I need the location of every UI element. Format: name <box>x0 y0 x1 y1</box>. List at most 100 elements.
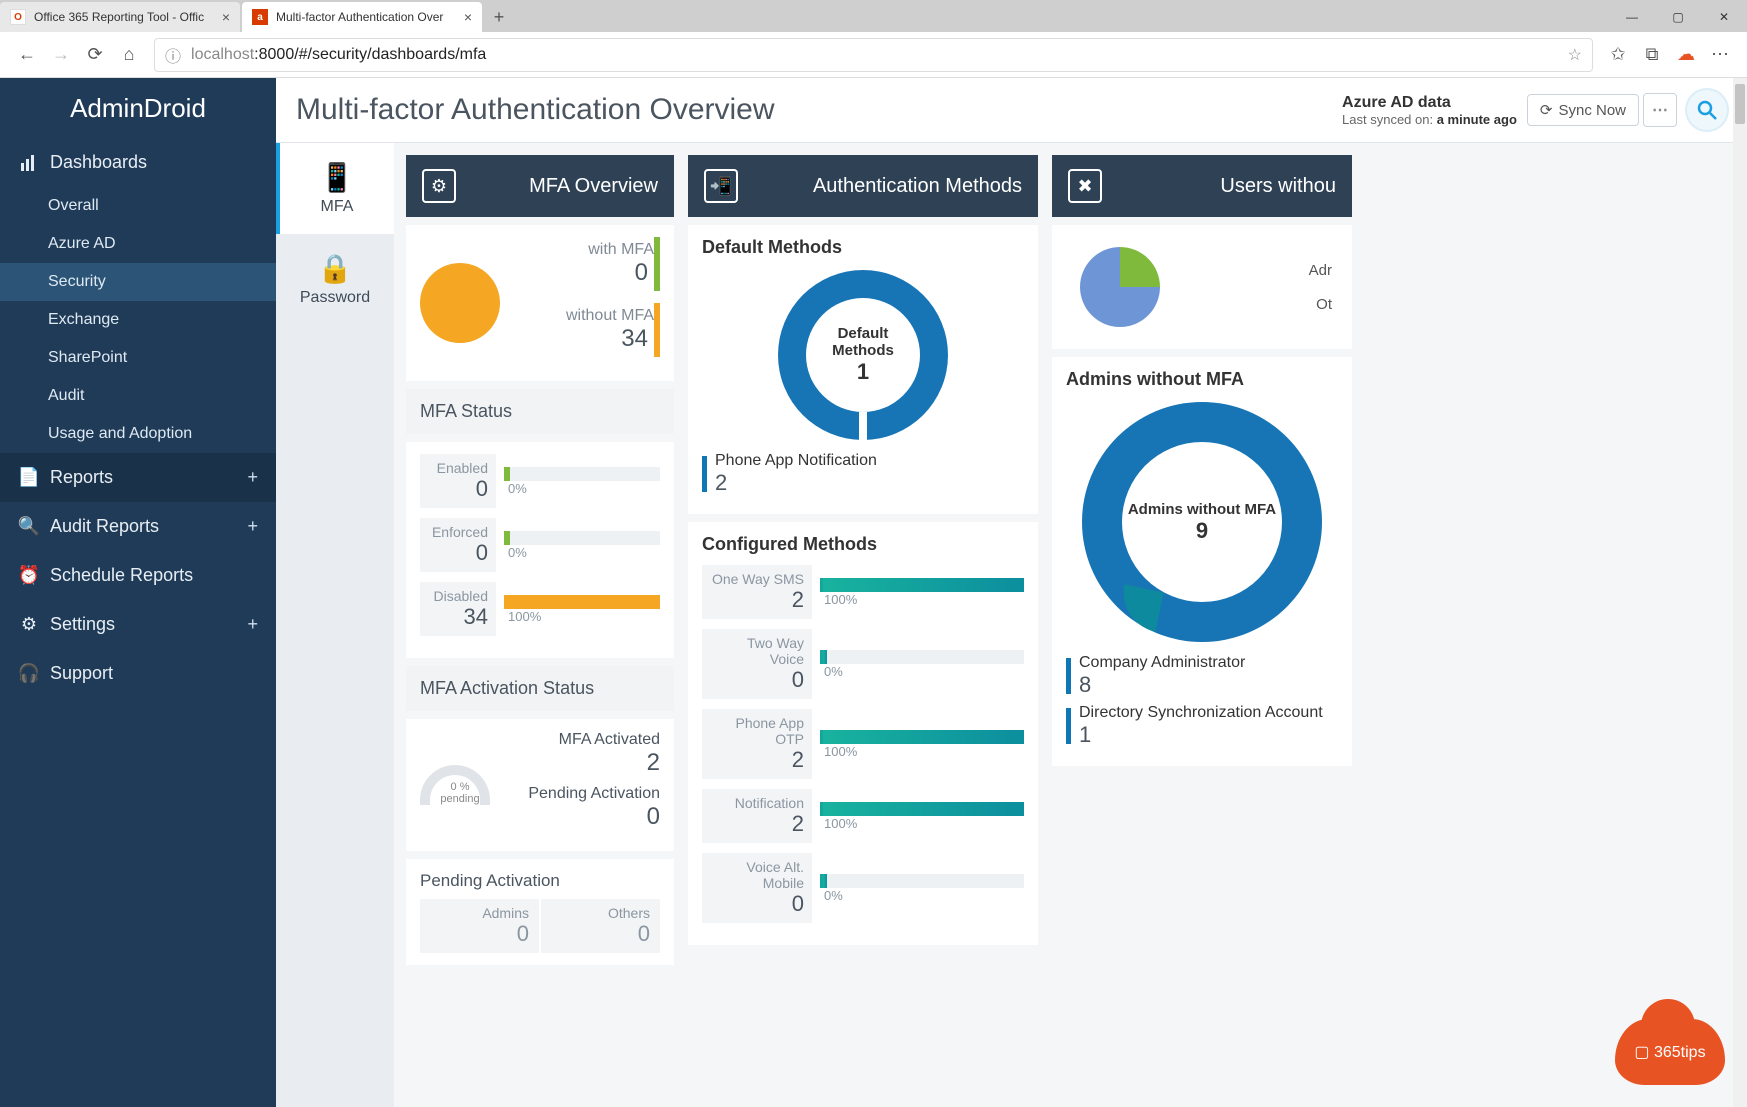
support-icon: 🎧 <box>18 663 40 684</box>
refresh-button[interactable]: ⟳ <box>78 38 112 72</box>
sidebar-item-overall[interactable]: Overall <box>0 187 276 225</box>
minimize-button[interactable]: — <box>1609 2 1655 32</box>
url-bar[interactable]: ⓘ localhost:8000/#/security/dashboards/m… <box>154 38 1593 72</box>
stat-with-mfa: with MFA0 <box>510 237 660 291</box>
favorites-icon[interactable]: ✩ <box>1601 38 1635 72</box>
activation-title: MFA Activation Status <box>406 666 674 711</box>
header-search-button[interactable] <box>1687 90 1727 130</box>
browser-tab[interactable]: O Office 365 Reporting Tool - Offic × <box>0 2 240 32</box>
app-root: AdminDroid Dashboards Overall Azure AD S… <box>0 78 1747 1107</box>
more-icon[interactable]: ⋯ <box>1703 38 1737 72</box>
nav-reports[interactable]: 📄 Reports + <box>0 453 276 502</box>
close-window-button[interactable]: ✕ <box>1701 2 1747 32</box>
sync-info: Azure AD data Last synced on: a minute a… <box>1342 94 1517 127</box>
header-more-button[interactable]: ⋯ <box>1643 93 1677 127</box>
new-tab-button[interactable]: + <box>484 2 514 32</box>
subnav-password[interactable]: 🔒 Password <box>276 234 394 325</box>
user-x-icon: ✖ <box>1068 169 1102 203</box>
nav-label: Reports <box>50 467 113 488</box>
content: Multi-factor Authentication Overview Azu… <box>276 78 1747 1107</box>
window-scrollbar[interactable] <box>1733 78 1747 1107</box>
card-header: 📲 Authentication Methods <box>688 155 1038 217</box>
sidebar-item-sharepoint[interactable]: SharePoint <box>0 339 276 377</box>
cards-row[interactable]: ⚙ MFA Overview with MFA0 without MFA <box>394 143 1747 1107</box>
sync-icon: ⟳ <box>1540 101 1553 119</box>
maximize-button[interactable]: ▢ <box>1655 2 1701 32</box>
card-header: ✖ Users withou <box>1052 155 1352 217</box>
sidebar-item-usage[interactable]: Usage and Adoption <box>0 415 276 453</box>
last-sync-label: Last synced on: a minute ago <box>1342 112 1517 127</box>
donut-admins-without: Admins without MFA9 <box>1082 402 1322 642</box>
chart-icon <box>18 154 40 172</box>
brand-logo[interactable]: AdminDroid <box>0 78 276 138</box>
pie-chart <box>420 263 500 343</box>
sidebar-item-security[interactable]: Security <box>0 263 276 301</box>
close-icon[interactable]: × <box>222 9 230 25</box>
browser-tab-strip: O Office 365 Reporting Tool - Offic × a … <box>0 0 1747 32</box>
expand-icon[interactable]: + <box>247 614 258 635</box>
collections-icon[interactable]: ⧉ <box>1635 38 1669 72</box>
pending-table: Pending Activation Admins0 Others0 <box>406 859 674 965</box>
extension-icon[interactable]: ☁ <box>1669 38 1703 72</box>
nav-support[interactable]: 🎧 Support <box>0 649 276 698</box>
users-without-top: AdrOt <box>1052 225 1352 349</box>
lock-icon: 🔒 <box>276 252 394 285</box>
nav-label: Settings <box>50 614 115 635</box>
configured-row: One Way SMS2 100% <box>702 565 1024 619</box>
expand-icon[interactable]: + <box>247 516 258 537</box>
browser-tab-active[interactable]: a Multi-factor Authentication Over × <box>242 2 482 32</box>
nav-dashboards[interactable]: Dashboards <box>0 138 276 187</box>
nav-settings[interactable]: ⚙ Settings + <box>0 600 276 649</box>
sidebar-item-exchange[interactable]: Exchange <box>0 301 276 339</box>
sync-now-button[interactable]: ⟳ Sync Now <box>1527 94 1639 126</box>
legend-item: Directory Synchronization Account1 <box>1066 704 1338 748</box>
subnav-mfa[interactable]: 📱 MFA <box>276 143 394 234</box>
status-row: Disabled34 100% <box>420 582 660 636</box>
page-title: Multi-factor Authentication Overview <box>296 93 1342 127</box>
tab-title: Office 365 Reporting Tool - Offic <box>34 10 216 24</box>
phone-icon: 📱 <box>280 161 394 194</box>
status-row: Enabled0 0% <box>420 454 660 508</box>
clock-icon: ⏰ <box>18 565 40 586</box>
expand-icon[interactable]: + <box>247 467 258 488</box>
card-auth-methods: 📲 Authentication Methods Default Methods… <box>688 155 1038 1095</box>
scrollbar-thumb[interactable] <box>1735 84 1745 124</box>
window-controls: — ▢ ✕ <box>1609 2 1747 32</box>
forward-button[interactable]: → <box>44 38 78 72</box>
sidebar: AdminDroid Dashboards Overall Azure AD S… <box>0 78 276 1107</box>
favorite-icon[interactable]: ☆ <box>1568 45 1582 65</box>
close-icon[interactable]: × <box>464 9 472 25</box>
audit-icon: 🔍 <box>18 516 40 537</box>
search-icon <box>1697 100 1717 120</box>
phone-signal-icon: 📲 <box>704 169 738 203</box>
nav-audit-reports[interactable]: 🔍 Audit Reports + <box>0 502 276 551</box>
nav-label: Schedule Reports <box>50 565 193 586</box>
info-icon: ⓘ <box>165 43 181 67</box>
configured-row: Voice Alt. Mobile0 0% <box>702 853 1024 923</box>
legend-item: Phone App Notification2 <box>702 452 1024 496</box>
configured-methods-panel: Configured Methods One Way SMS2 100% Two… <box>688 522 1038 945</box>
nav-label: Support <box>50 663 113 684</box>
subnav: 📱 MFA 🔒 Password <box>276 143 394 1107</box>
card-mfa-overview: ⚙ MFA Overview with MFA0 without MFA <box>406 155 674 1095</box>
sidebar-item-audit[interactable]: Audit <box>0 377 276 415</box>
sidebar-item-azure-ad[interactable]: Azure AD <box>0 225 276 263</box>
card-users-without-mfa: ✖ Users withou AdrOt Admins without MFA … <box>1052 155 1352 1095</box>
legend-item: Company Administrator8 <box>1066 654 1338 698</box>
default-methods-panel: Default Methods Default Methods1 Phone A… <box>688 225 1038 514</box>
mini-pie-chart <box>1080 247 1160 327</box>
status-title: MFA Status <box>406 389 674 434</box>
back-button[interactable]: ← <box>10 38 44 72</box>
phone-gear-icon: ⚙ <box>422 169 456 203</box>
configured-row: Notification2 100% <box>702 789 1024 843</box>
nav-label: Audit Reports <box>50 516 159 537</box>
nav-schedule-reports[interactable]: ⏰ Schedule Reports <box>0 551 276 600</box>
section-title: Admins without MFA <box>1066 369 1338 390</box>
home-button[interactable]: ⌂ <box>112 38 146 72</box>
url-host: localhost <box>191 46 254 64</box>
gear-icon: ⚙ <box>18 614 40 635</box>
browser-toolbar: ← → ⟳ ⌂ ⓘ localhost:8000/#/security/dash… <box>0 32 1747 78</box>
cloud-badge[interactable]: ▢ 365tips <box>1615 1019 1725 1085</box>
admins-without-panel: Admins without MFA Admins without MFA9 C… <box>1052 357 1352 766</box>
gauge-text: 0 %pending <box>420 781 500 805</box>
